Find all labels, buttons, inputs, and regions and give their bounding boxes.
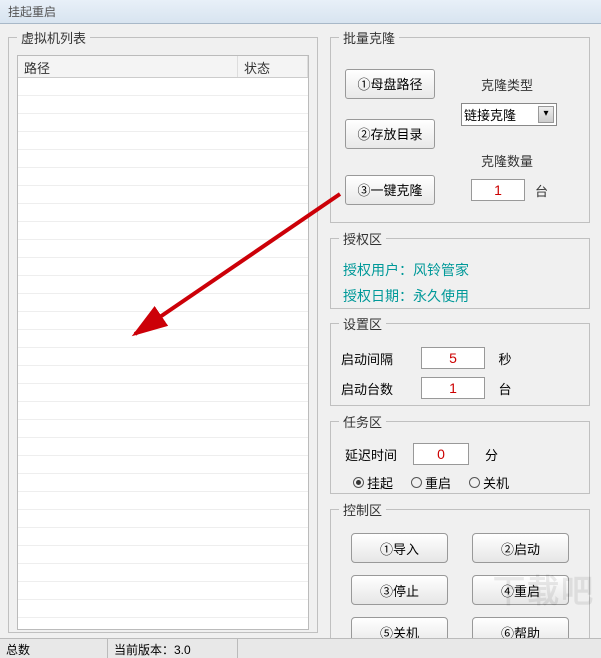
clone-qty-input[interactable]: 1 (471, 179, 525, 201)
vm-table-header: 路径 状态 (18, 56, 308, 78)
status-total: 总数 (0, 639, 108, 658)
radio-shutdown[interactable]: 关机 (469, 473, 509, 492)
client-area: 虚拟机列表 路径 状态 批量克隆 ①母盘路径 ②存放目录 ③一键克隆 克隆类型 (0, 24, 601, 638)
control-group: 控制区 ①导入 ②启动 ③停止 ④重启 ⑤关机 ⑥帮助 (330, 500, 590, 650)
auth-user: 授权用户：风铃管家 (343, 260, 577, 280)
import-button[interactable]: ①导入 (351, 533, 448, 563)
vm-list-group: 虚拟机列表 路径 状态 (8, 28, 318, 633)
clone-qty-label: 克隆数量 (481, 151, 533, 170)
task-group: 任务区 延迟时间 0 分 挂起 重启 关机 (330, 412, 590, 494)
window-title-bar: 挂起重启 (0, 0, 601, 24)
save-dir-button[interactable]: ②存放目录 (345, 119, 435, 149)
clone-type-label: 克隆类型 (481, 75, 533, 94)
delay-unit: 分 (485, 445, 498, 464)
radio-restart[interactable]: 重启 (411, 473, 451, 492)
one-click-clone-button[interactable]: ③一键克隆 (345, 175, 435, 205)
radio-icon (353, 477, 364, 488)
status-version: 当前版本：3.0 (108, 639, 238, 658)
start-count-input[interactable]: 1 (421, 377, 485, 399)
vm-list-legend: 虚拟机列表 (17, 28, 90, 47)
control-legend: 控制区 (339, 500, 386, 519)
auth-legend: 授权区 (339, 229, 386, 248)
vm-table-body (18, 78, 308, 629)
start-interval-label: 启动间隔 (341, 349, 411, 368)
radio-suspend[interactable]: 挂起 (353, 473, 393, 492)
col-path[interactable]: 路径 (18, 56, 238, 77)
status-bar: 总数 当前版本：3.0 (0, 638, 601, 658)
delay-input[interactable]: 0 (413, 443, 469, 465)
col-status[interactable]: 状态 (238, 56, 308, 77)
clone-type-value: 链接克隆 (464, 105, 516, 124)
chevron-down-icon[interactable]: ▾ (538, 106, 554, 123)
stop-button[interactable]: ③停止 (351, 575, 448, 605)
start-button[interactable]: ②启动 (472, 533, 569, 563)
batch-clone-group: 批量克隆 ①母盘路径 ②存放目录 ③一键克隆 克隆类型 链接克隆 ▾ 克隆数量 … (330, 28, 590, 223)
auth-date: 授权日期：永久使用 (343, 286, 577, 306)
start-count-unit: 台 (495, 379, 515, 398)
clone-qty-unit: 台 (535, 181, 548, 200)
restart-button[interactable]: ④重启 (472, 575, 569, 605)
mother-disk-path-button[interactable]: ①母盘路径 (345, 69, 435, 99)
batch-clone-legend: 批量克隆 (339, 28, 399, 47)
window-title: 挂起重启 (8, 5, 56, 19)
task-legend: 任务区 (339, 412, 386, 431)
auth-group: 授权区 授权用户：风铃管家 授权日期：永久使用 (330, 229, 590, 309)
start-interval-unit: 秒 (495, 349, 515, 368)
settings-legend: 设置区 (339, 314, 386, 333)
delay-label: 延迟时间 (345, 445, 397, 464)
radio-icon (411, 477, 422, 488)
radio-icon (469, 477, 480, 488)
settings-group: 设置区 启动间隔 5 秒 启动台数 1 台 (330, 314, 590, 406)
vm-table[interactable]: 路径 状态 (17, 55, 309, 630)
clone-type-select[interactable]: 链接克隆 ▾ (461, 103, 557, 126)
start-interval-input[interactable]: 5 (421, 347, 485, 369)
start-count-label: 启动台数 (341, 379, 411, 398)
